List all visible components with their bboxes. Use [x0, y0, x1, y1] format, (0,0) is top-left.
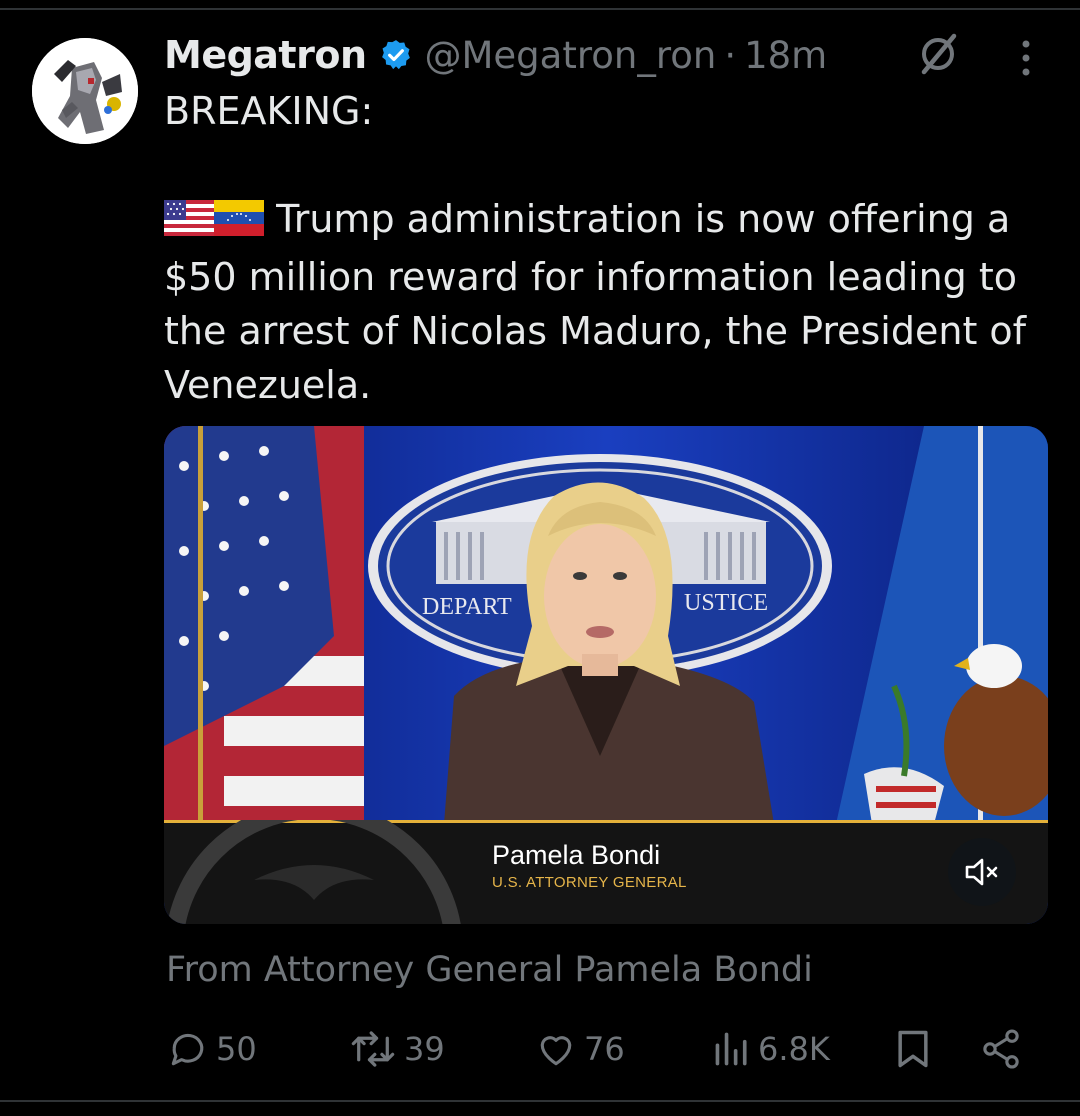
- bookmark-button[interactable]: [892, 1024, 934, 1074]
- video-player[interactable]: DEPART USTICE Pamela Bondi U.S. ATTORNEY…: [164, 426, 1048, 924]
- bottom-divider: [0, 1100, 1080, 1102]
- share-icon: [983, 1029, 1019, 1069]
- video-lower-third: Pamela Bondi U.S. ATTORNEY GENERAL: [164, 820, 1048, 924]
- lower-third-name: Pamela Bondi: [492, 840, 661, 870]
- avatar-robot-image: [32, 38, 138, 144]
- us-flag-icon: [164, 196, 214, 250]
- tweet-body-text: Trump administration is now offering a $…: [164, 197, 1027, 407]
- view-count: 6.8K: [758, 1030, 830, 1068]
- lower-third-title: U.S. ATTORNEY GENERAL: [492, 874, 687, 891]
- volume-muted-icon[interactable]: [948, 838, 1016, 906]
- tweet-text: BREAKING: Trump administration is now of…: [164, 84, 1054, 412]
- tweet-timestamp[interactable]: 18m: [744, 34, 827, 77]
- tweet-action-bar: 50 39 76 6.8K: [0, 1024, 1080, 1074]
- seal-text-right: USTICE: [684, 590, 768, 616]
- grok-icon[interactable]: [914, 30, 962, 78]
- repost-count: 39: [404, 1030, 445, 1068]
- tweet-header: Megatron @Megatron_ron · 18m: [164, 28, 827, 82]
- venezuela-flag-icon: [214, 196, 264, 250]
- share-button[interactable]: [978, 1024, 1024, 1074]
- media-caption[interactable]: From Attorney General Pamela Bondi: [166, 950, 813, 990]
- views-chart-icon: [715, 1032, 747, 1066]
- reply-icon: [171, 1033, 204, 1066]
- avatar[interactable]: [32, 38, 138, 144]
- views-button[interactable]: 6.8K: [712, 1024, 830, 1074]
- bookmark-icon: [898, 1030, 928, 1068]
- like-button[interactable]: 76: [534, 1024, 625, 1074]
- heart-icon: [540, 1036, 572, 1066]
- header-separator: ·: [724, 33, 737, 77]
- author-name[interactable]: Megatron: [164, 33, 367, 77]
- verified-badge-icon: [379, 38, 413, 72]
- doj-seal-watermark-icon: [167, 820, 461, 924]
- repost-button[interactable]: 39: [348, 1024, 445, 1074]
- reply-count: 50: [216, 1030, 257, 1068]
- american-flag-image: [164, 426, 364, 824]
- top-divider: [0, 8, 1080, 10]
- tweet-text-headline: BREAKING:: [164, 89, 374, 133]
- repost-icon: [351, 1031, 395, 1067]
- like-count: 76: [584, 1030, 625, 1068]
- reply-button[interactable]: 50: [166, 1024, 257, 1074]
- author-handle[interactable]: @Megatron_ron: [425, 34, 717, 77]
- seal-text-left: DEPART: [422, 594, 512, 620]
- more-options-icon[interactable]: [1008, 36, 1044, 80]
- tweet-text-body: Trump administration is now offering a $…: [164, 192, 1054, 412]
